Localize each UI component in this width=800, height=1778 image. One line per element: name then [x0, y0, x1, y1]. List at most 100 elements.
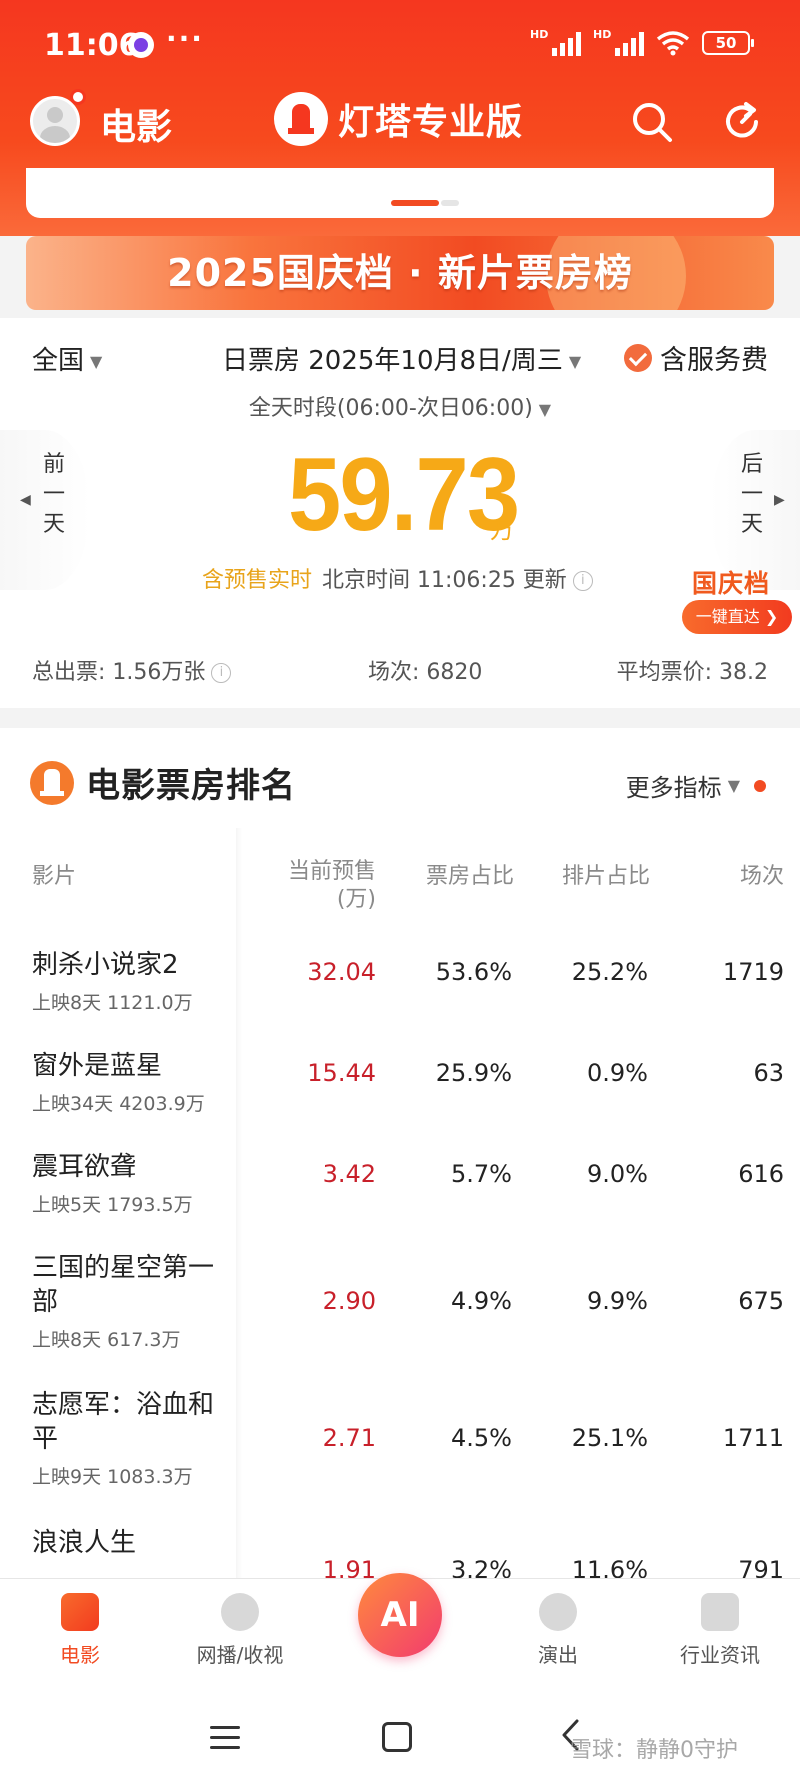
col-presale-unit: (万) — [336, 887, 376, 912]
signal-icon: HD — [530, 28, 581, 56]
shows-value: 675 — [738, 1287, 784, 1315]
tab-show[interactable]: 演出 — [498, 1593, 618, 1668]
service-fee-toggle[interactable]: 含服务费 — [624, 338, 768, 377]
update-time: 北京时间 11:06:25 更新 — [322, 568, 567, 593]
film-name: 浪浪人生 — [32, 1528, 137, 1558]
shows-value: 616 — [738, 1160, 784, 1188]
notification-dot — [70, 89, 86, 105]
arrow-right-icon: ▶ — [774, 492, 785, 508]
shows-value: 63 — [753, 1059, 784, 1087]
section-title[interactable]: 电影 — [100, 98, 172, 150]
refresh-icon[interactable] — [720, 100, 764, 144]
share-value: 4.9% — [451, 1287, 512, 1315]
col-film[interactable]: 影片 — [32, 858, 76, 890]
prev-day-button[interactable]: ◀ 前一天 — [0, 430, 90, 590]
col-shows[interactable]: 场次 — [680, 858, 784, 890]
recent-apps-icon[interactable] — [210, 1726, 240, 1750]
table-row[interactable]: 浪浪人生 1.91 3.2% 11.6% 791 — [0, 1526, 800, 1578]
more-notifications-icon: ··· — [166, 22, 204, 55]
presale-value: 3.42 — [322, 1160, 376, 1188]
film-meta: 上映8天 617.3万 — [32, 1329, 181, 1351]
next-day-label: 后一天 — [740, 452, 763, 537]
schedule-value: 0.9% — [587, 1059, 648, 1087]
battery-icon: 50 — [702, 31, 754, 55]
tab-show-label: 演出 — [538, 1643, 578, 1667]
tab-web-label: 网播/收视 — [196, 1643, 284, 1667]
info-icon[interactable]: i — [211, 663, 232, 683]
hd-label-2: HD — [593, 28, 612, 41]
average-price: 平均票价: 38.2 — [616, 660, 768, 685]
col-schedule[interactable]: 排片占比 — [546, 858, 650, 890]
holiday-banner[interactable]: 2025国庆档 · 新片票房榜 — [26, 236, 774, 310]
carousel-card[interactable] — [26, 168, 774, 218]
watermark: 雪球：静静0守护 — [570, 1738, 738, 1763]
col-presale-label: 当前预售 — [287, 859, 376, 884]
document-icon — [701, 1593, 739, 1631]
schedule-value: 9.0% — [587, 1160, 648, 1188]
table-row[interactable]: 窗外是蓝星 上映34天 4203.9万 15.44 25.9% 0.9% 63 — [0, 1049, 800, 1139]
table-row[interactable]: 三国的星空第一部 上映8天 617.3万 2.90 4.9% 9.9% 675 — [0, 1251, 800, 1376]
presale-realtime-label: 含预售实时 — [202, 568, 313, 593]
holiday-entry[interactable]: 国庆档 一键直达 ❯ — [678, 564, 792, 640]
ranking-section: 电影票房排名 更多指标 ▼ 影片 当前预售 (万) 票房占比 排片占比 场次 刺杀小… — [0, 728, 800, 1578]
top-nav: 电影 灯塔专业版 — [0, 89, 800, 164]
shows-value: 1711 — [722, 1424, 784, 1452]
film-meta: 上映8天 1121.0万 — [32, 992, 193, 1014]
shows-value: 1719 — [722, 958, 784, 986]
brand: 灯塔专业版 — [274, 92, 523, 146]
tab-news[interactable]: 行业资讯 — [660, 1593, 780, 1668]
total-shows: 场次: 6820 — [368, 660, 483, 685]
total-tickets-label: 总出票: 1.56万张 — [32, 660, 206, 685]
hd-label: HD — [530, 28, 549, 41]
tab-movie[interactable]: 电影 — [20, 1593, 140, 1668]
film-name: 志愿军：浴血和平 — [32, 1390, 215, 1454]
ranking-title: 电影票房排名 — [86, 766, 296, 806]
app-header: 11:06 ··· HD HD 50 电影 灯塔专业版 — [0, 0, 800, 236]
wifi-icon — [656, 30, 690, 56]
region-selector[interactable]: 全国 ▼ — [32, 340, 102, 377]
table-row[interactable]: 志愿军：浴血和平 上映9天 1083.3万 2.71 4.5% 25.1% 17… — [0, 1388, 800, 1513]
presale-value: 2.71 — [322, 1424, 376, 1452]
status-indicators: HD HD 50 — [530, 28, 754, 56]
more-metrics-button[interactable]: 更多指标 ▼ — [626, 768, 766, 803]
film-meta: 上映9天 1083.3万 — [32, 1466, 193, 1488]
holiday-button[interactable]: 一键直达 ❯ — [682, 600, 792, 634]
tab-web[interactable]: 网播/收视 — [180, 1593, 300, 1668]
system-nav-bar: 雪球：静静0守护 — [0, 1698, 800, 1778]
prev-day-label: 前一天 — [42, 452, 65, 537]
table-row[interactable]: 震耳欲聋 上映5天 1793.5万 3.42 5.7% 9.0% 616 — [0, 1150, 800, 1240]
more-metrics-label: 更多指标 — [625, 774, 722, 802]
film-name: 窗外是蓝星 — [32, 1051, 163, 1081]
signal-icon-2: HD — [593, 28, 644, 56]
time-range-selector[interactable]: 全天时段(06:00-次日06:00) ▼ — [0, 390, 800, 422]
presale-value: 32.04 — [307, 958, 376, 986]
new-dot — [754, 779, 766, 792]
holiday-title: 国庆档 — [692, 569, 771, 598]
lighthouse-logo-icon — [30, 760, 74, 805]
info-icon[interactable]: i — [572, 571, 593, 591]
tab-movie-label: 电影 — [60, 1643, 100, 1667]
table-row[interactable]: 刺杀小说家2 上映8天 1121.0万 32.04 53.6% 25.2% 17… — [0, 948, 800, 1038]
presale-value: 1.91 — [322, 1556, 376, 1578]
home-icon[interactable] — [382, 1722, 412, 1752]
shows-value: 791 — [738, 1556, 784, 1578]
film-name: 震耳欲聋 — [32, 1152, 137, 1182]
movie-tab-icon — [61, 1593, 99, 1631]
film-meta: 上映34天 4203.9万 — [32, 1093, 205, 1115]
ai-assistant-button[interactable]: AI — [358, 1573, 442, 1657]
search-icon[interactable] — [630, 100, 674, 144]
schedule-value: 11.6% — [571, 1556, 648, 1578]
share-value: 25.9% — [435, 1059, 512, 1087]
presale-value: 15.44 — [307, 1059, 376, 1087]
col-presale[interactable]: 当前预售 (万) — [262, 858, 376, 914]
date-selector[interactable]: 日票房 2025年10月8日/周三 ▼ — [222, 340, 581, 377]
carousel-pager — [391, 200, 459, 206]
status-bar: 11:06 ··· HD HD 50 — [0, 0, 800, 92]
chevron-down-icon: ▼ — [727, 776, 740, 795]
chevron-down-icon: ▼ — [568, 352, 582, 371]
bottom-tab-bar: 电影 网播/收视 AI 演出 行业资讯 — [0, 1573, 800, 1698]
region-label: 全国 — [32, 346, 85, 376]
col-share[interactable]: 票房占比 — [410, 858, 514, 890]
chevron-down-icon: ▼ — [538, 399, 552, 419]
table-header: 影片 当前预售 (万) 票房占比 排片占比 场次 — [0, 858, 800, 938]
